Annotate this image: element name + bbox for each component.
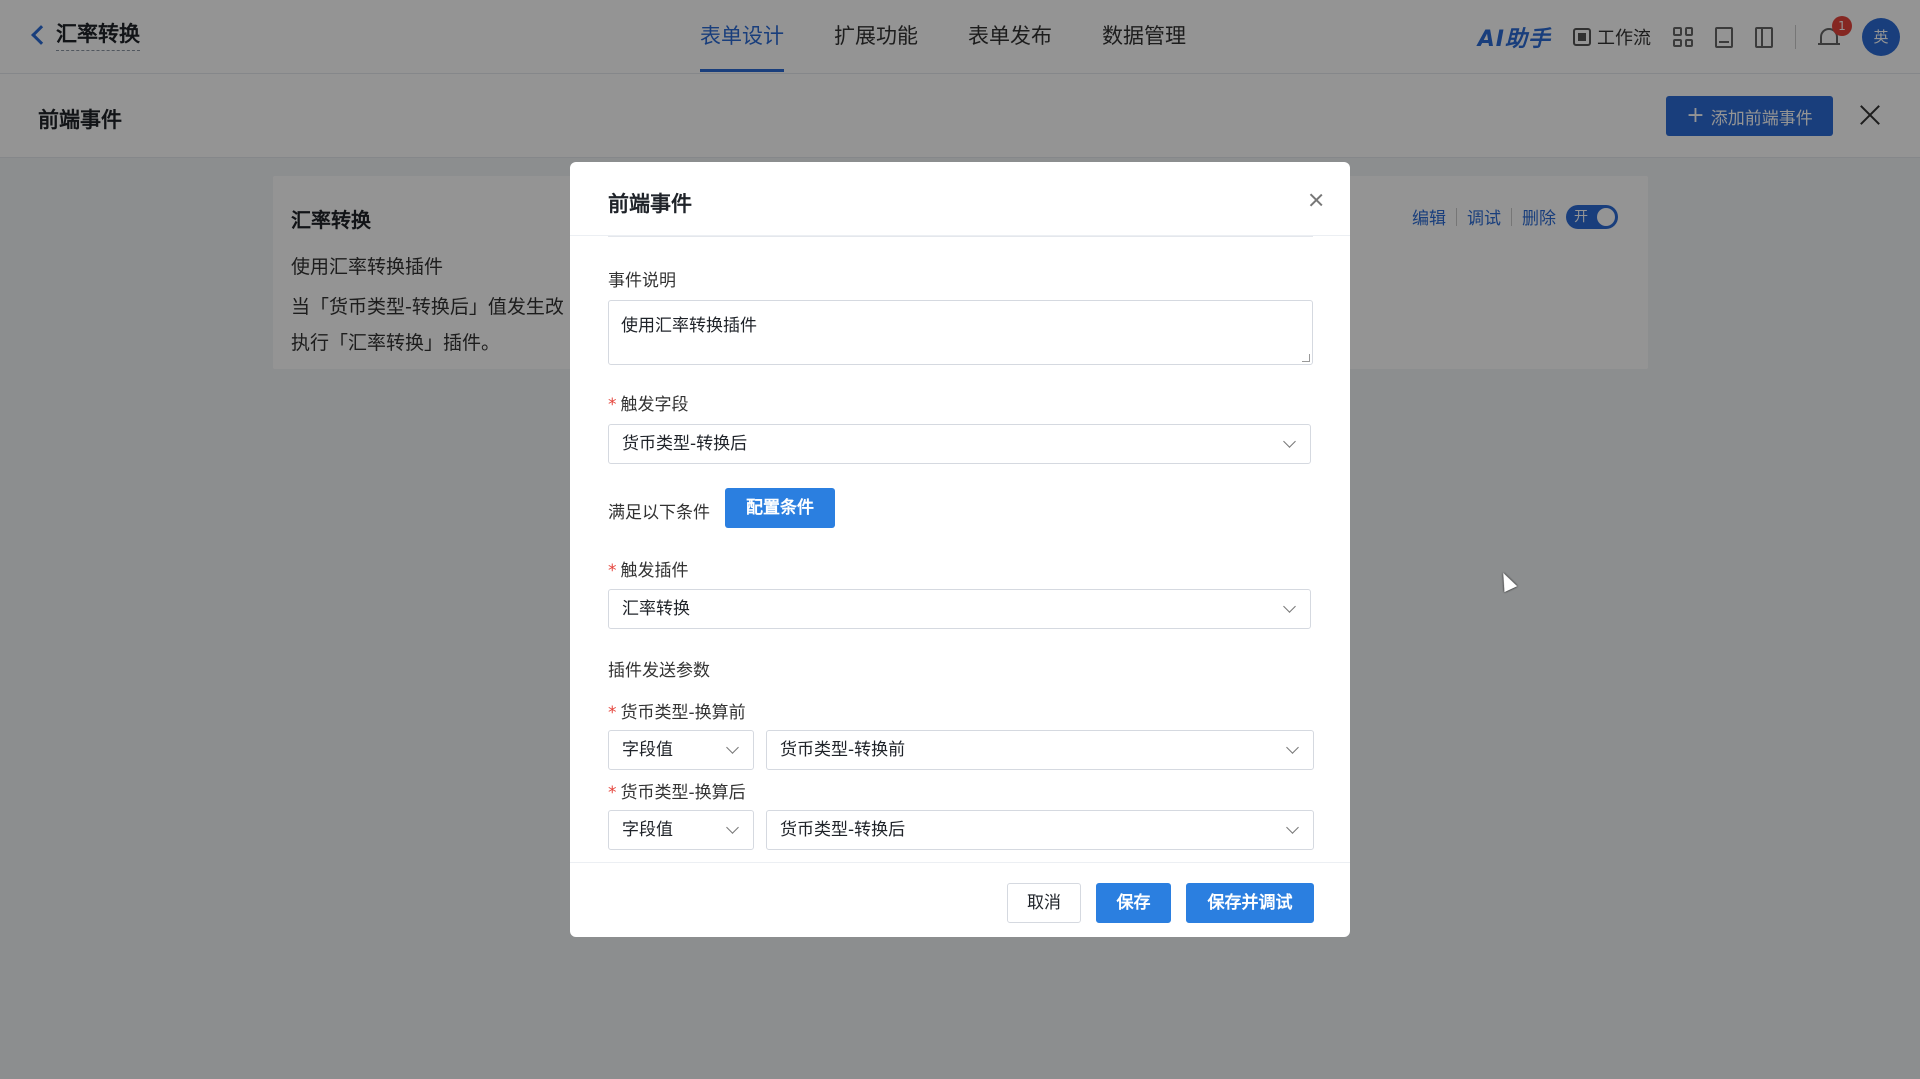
chevron-down-icon [1283,435,1296,448]
param-value-select[interactable]: 货币类型-转换后 [766,810,1314,850]
configure-conditions-button[interactable]: 配置条件 [725,488,835,528]
dialog-title: 前端事件 [608,192,692,216]
chevron-down-icon [726,741,739,754]
chevron-down-icon [1283,600,1296,613]
event-desc-value: 使用汇率转换插件 [621,316,757,336]
param-type-select[interactable]: 字段值 [608,730,754,770]
trigger-plugin-label: * 触发插件 [608,561,689,581]
close-icon[interactable] [1308,192,1324,208]
dialog-footer: 取消 保存 保存并调试 [570,862,1350,937]
param-label: * 货币类型-换算前 [608,703,746,723]
chevron-down-icon [1286,821,1299,834]
param-label: * 货币类型-换算后 [608,783,746,803]
trigger-field-label: * 触发字段 [608,395,689,415]
event-desc-label: 事件说明 [608,271,676,291]
param-value-select[interactable]: 货币类型-转换前 [766,730,1314,770]
condition-label: 满足以下条件 [608,503,710,523]
frontend-event-dialog: 前端事件 事件说明 使用汇率转换插件 * 触发字段 货币类型-转换后 满足以下条件… [570,162,1350,937]
save-and-debug-button[interactable]: 保存并调试 [1186,883,1314,923]
dialog-body[interactable]: 事件说明 使用汇率转换插件 * 触发字段 货币类型-转换后 满足以下条件 配置条件… [570,236,1350,862]
trigger-plugin-value: 汇率转换 [622,599,690,619]
resize-handle-icon[interactable] [1302,354,1310,362]
param-type-value: 字段值 [622,740,673,760]
trigger-plugin-select[interactable]: 汇率转换 [608,589,1311,629]
param-type-value: 字段值 [622,820,673,840]
divider [608,236,1313,237]
chevron-down-icon [726,821,739,834]
trigger-field-value: 货币类型-转换后 [622,434,748,454]
save-button[interactable]: 保存 [1096,883,1171,923]
param-type-select[interactable]: 字段值 [608,810,754,850]
param-value: 货币类型-转换后 [780,820,906,840]
plugin-params-label: 插件发送参数 [608,661,710,681]
chevron-down-icon [1286,741,1299,754]
dialog-header: 前端事件 [570,162,1350,236]
event-desc-textarea[interactable]: 使用汇率转换插件 [608,300,1313,365]
trigger-field-select[interactable]: 货币类型-转换后 [608,424,1311,464]
param-value: 货币类型-转换前 [780,740,906,760]
cancel-button[interactable]: 取消 [1007,883,1081,923]
